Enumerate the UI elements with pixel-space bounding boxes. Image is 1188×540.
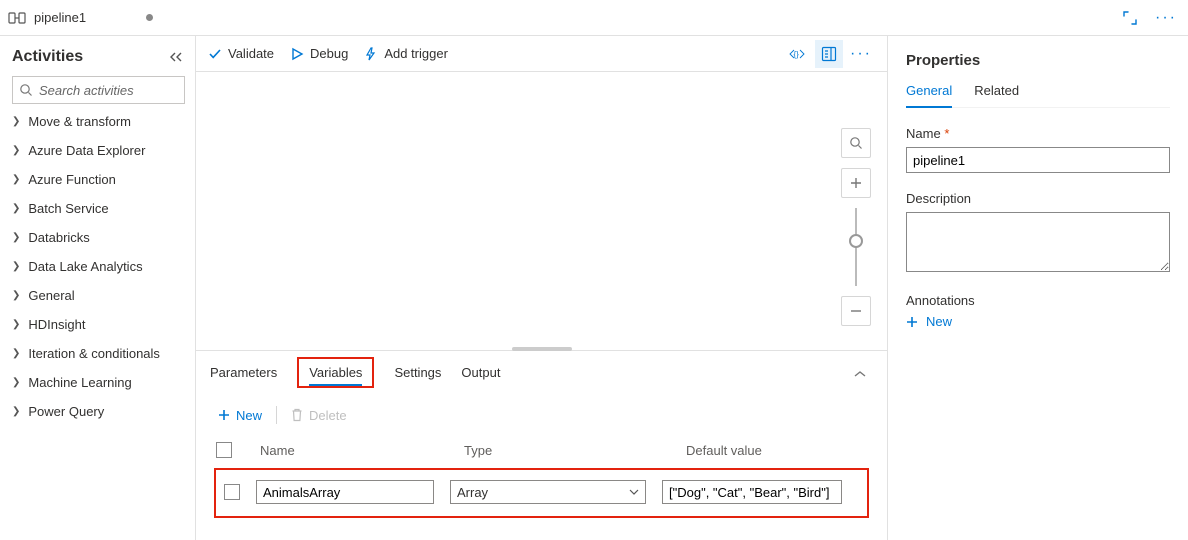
tab-output[interactable]: Output [461,357,500,390]
chevron-right-icon: ❯ [12,348,20,359]
pipeline-description-textarea[interactable] [906,212,1170,272]
activity-label: Azure Data Explorer [28,143,145,158]
properties-toggle-icon[interactable] [815,40,843,68]
add-trigger-button[interactable]: Add trigger [364,46,448,61]
debug-button[interactable]: Debug [290,46,348,61]
properties-title: Properties [906,52,1170,69]
bottom-panel: Parameters Variables Settings Output New [196,350,887,540]
new-annotation-button[interactable]: New [906,314,1170,329]
activity-group[interactable]: ❯ Power Query [12,404,185,419]
more-icon[interactable]: ··· [1152,4,1180,32]
column-name: Name [260,443,452,458]
activity-group[interactable]: ❯ Azure Data Explorer [12,143,185,158]
chevron-right-icon: ❯ [12,203,20,214]
toolbar-more-icon[interactable]: ··· [847,40,875,68]
tab-bar: pipeline1 ··· [0,0,1188,36]
tab-parameters[interactable]: Parameters [210,357,277,390]
activity-group[interactable]: ❯ HDInsight [12,317,185,332]
unsaved-dot-icon [146,14,153,21]
new-variable-button[interactable]: New [218,408,262,423]
zoom-out-button[interactable] [841,296,871,326]
activity-label: Machine Learning [28,375,131,390]
chevron-right-icon: ❯ [12,116,20,127]
fullscreen-icon[interactable] [1116,4,1144,32]
activities-title: Activities [12,48,163,66]
new-annotation-label: New [926,314,952,329]
search-icon [19,83,33,97]
properties-panel: Properties General Related Name * Descri… [888,36,1188,540]
chevron-right-icon: ❯ [12,290,20,301]
select-all-checkbox[interactable] [216,442,232,458]
pipeline-name-input[interactable] [906,147,1170,173]
activity-label: Iteration & conditionals [28,346,160,361]
activity-label: HDInsight [28,317,85,332]
activity-group[interactable]: ❯ Azure Function [12,172,185,187]
validate-label: Validate [228,46,274,61]
new-label: New [236,408,262,423]
props-tab-general[interactable]: General [906,83,952,108]
designer-area: Validate Debug Add trigger {} [196,36,888,540]
description-label: Description [906,191,1170,206]
name-label: Name * [906,126,1170,141]
column-default: Default value [686,443,869,458]
tab-settings[interactable]: Settings [394,357,441,390]
activity-label: General [28,288,74,303]
activity-label: Batch Service [28,201,108,216]
variable-type-value: Array [457,485,488,500]
activity-group[interactable]: ❯ Databricks [12,230,185,245]
pipeline-canvas[interactable] [196,72,887,350]
activity-label: Databricks [28,230,89,245]
chevron-right-icon: ❯ [12,261,20,272]
code-view-icon[interactable]: {} [783,40,811,68]
add-trigger-label: Add trigger [384,46,448,61]
activity-label: Data Lake Analytics [28,259,142,274]
collapse-activities-icon[interactable] [167,51,185,63]
zoom-in-button[interactable] [841,168,871,198]
chevron-right-icon: ❯ [12,232,20,243]
canvas-scroll-handle[interactable] [512,347,572,351]
annotations-label: Annotations [906,293,1170,308]
search-input[interactable] [39,83,217,98]
chevron-right-icon: ❯ [12,145,20,156]
validate-button[interactable]: Validate [208,46,274,61]
search-input-wrapper[interactable] [12,76,185,104]
chevron-down-icon [629,488,639,496]
variable-row: Array [214,468,869,518]
chevron-right-icon: ❯ [12,377,20,388]
activity-group[interactable]: ❯ Iteration & conditionals [12,346,185,361]
zoom-slider[interactable] [855,208,857,286]
row-checkbox[interactable] [224,484,240,500]
designer-toolbar: Validate Debug Add trigger {} [196,36,887,72]
activity-label: Power Query [28,404,104,419]
zoom-thumb[interactable] [849,234,863,248]
activities-sidebar: Activities ❯ Move & transform ❯ Azure Data… [0,36,196,540]
activity-label: Move & transform [28,114,131,129]
delete-label: Delete [309,408,347,423]
chevron-right-icon: ❯ [12,319,20,330]
tab-title[interactable]: pipeline1 [34,10,86,25]
activity-label: Azure Function [28,172,115,187]
variable-type-select[interactable]: Array [450,480,646,504]
svg-text:{}: {} [794,50,800,59]
collapse-bottom-icon[interactable] [853,369,873,379]
variables-table: Name Type Default value Array [214,442,869,518]
props-tab-related[interactable]: Related [974,83,1019,107]
tab-variables[interactable]: Variables [297,357,374,388]
activity-group[interactable]: ❯ Machine Learning [12,375,185,390]
activity-group[interactable]: ❯ Move & transform [12,114,185,129]
variable-default-input[interactable] [662,480,842,504]
chevron-right-icon: ❯ [12,406,20,417]
activity-group[interactable]: ❯ Data Lake Analytics [12,259,185,274]
chevron-right-icon: ❯ [12,174,20,185]
zoom-search-icon[interactable] [841,128,871,158]
variable-name-input[interactable] [256,480,434,504]
delete-variable-button: Delete [291,408,347,423]
action-separator [276,406,277,424]
debug-label: Debug [310,46,348,61]
pipeline-icon [8,10,26,26]
column-type: Type [464,443,674,458]
activity-group[interactable]: ❯ Batch Service [12,201,185,216]
activity-group[interactable]: ❯ General [12,288,185,303]
